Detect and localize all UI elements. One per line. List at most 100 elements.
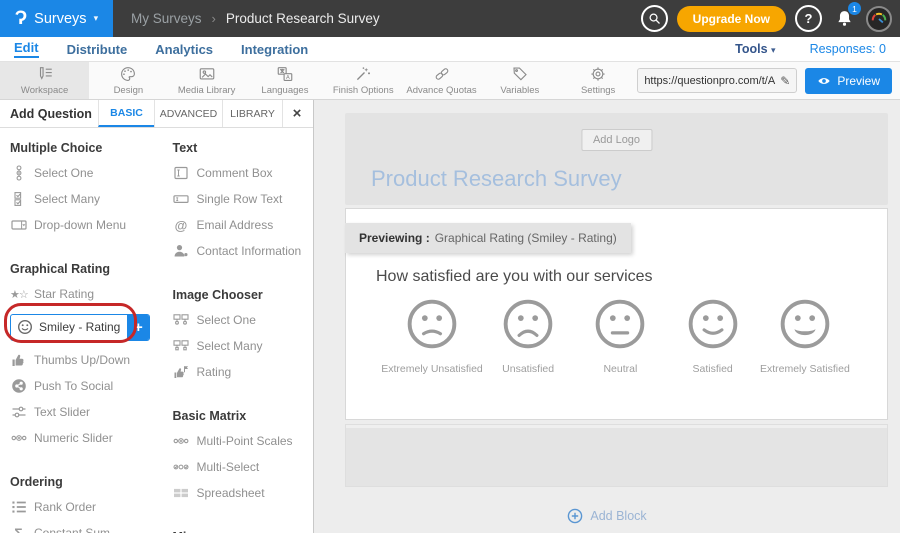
- at-sign-icon: @: [173, 218, 190, 233]
- qtype-push-to-social[interactable]: Push To Social: [10, 373, 155, 399]
- survey-url-field[interactable]: ✎: [637, 68, 797, 93]
- questionpro-logo-icon: Ɂ: [15, 8, 27, 30]
- smiley-option-unsatisfied[interactable]: Unsatisfied: [482, 297, 574, 375]
- add-block-button[interactable]: Add Block: [314, 508, 900, 524]
- qtype-contact-information[interactable]: Contact Information: [173, 238, 314, 264]
- person-icon: [173, 243, 190, 259]
- checkbox-stack-icon: [10, 191, 27, 207]
- sigma-icon: Σ: [10, 525, 27, 533]
- toolbar-design[interactable]: Design: [89, 62, 167, 99]
- multi-point-icon: [10, 430, 27, 446]
- smile-face-icon: [686, 297, 740, 351]
- panel-title: Add Question: [0, 100, 98, 127]
- single-row-icon: [173, 191, 190, 207]
- ordered-list-icon: [10, 499, 27, 515]
- qtype-single-row-text[interactable]: Single Row Text: [173, 186, 314, 212]
- question-preview-card: Previewing : Graphical Rating (Smiley - …: [345, 208, 888, 420]
- toolbar-advance-quotas[interactable]: Advance Quotas: [402, 62, 480, 99]
- smiley-icon: [16, 319, 33, 335]
- toolbar-finish-options[interactable]: Finish Options: [324, 62, 402, 99]
- help-button[interactable]: ?: [795, 5, 822, 32]
- palette-icon: [119, 65, 137, 83]
- eye-icon: [817, 74, 831, 88]
- section-multiple-choice: Multiple Choice: [10, 141, 155, 155]
- toolbar-workspace[interactable]: Workspace: [0, 62, 89, 99]
- qtype-multi-select[interactable]: Multi-Select: [173, 454, 314, 480]
- account-avatar[interactable]: [866, 6, 892, 32]
- survey-title[interactable]: Product Research Survey: [371, 166, 622, 192]
- close-panel-button[interactable]: ×: [282, 100, 311, 127]
- toolbar-settings[interactable]: Settings: [559, 62, 637, 99]
- nav-tab-distribute[interactable]: Distribute: [67, 42, 128, 57]
- qtype-image-select-many[interactable]: Select Many: [173, 333, 314, 359]
- toolbar-languages[interactable]: Languages: [246, 62, 324, 99]
- product-menu-label: Surveys: [34, 11, 86, 27]
- notification-badge: 1: [848, 2, 861, 15]
- gear-icon: [589, 65, 607, 83]
- smiley-option-neutral[interactable]: Neutral: [574, 297, 666, 375]
- toolbar-variables[interactable]: Variables: [481, 62, 559, 99]
- survey-url-input[interactable]: [644, 75, 776, 87]
- slider-icon: [10, 404, 27, 420]
- magic-wand-icon: [354, 65, 372, 83]
- toolbar-media-library[interactable]: Media Library: [168, 62, 246, 99]
- survey-nav-bar: Edit Distribute Analytics Integration To…: [0, 37, 900, 62]
- smiley-option-extremely-unsatisfied[interactable]: Extremely Unsatisfied: [382, 297, 482, 375]
- qtype-text-slider[interactable]: Text Slider: [10, 399, 155, 425]
- section-basic-matrix: Basic Matrix: [173, 409, 314, 423]
- qtype-image-rating[interactable]: Rating: [173, 359, 314, 385]
- big-smile-face-icon: [778, 297, 832, 351]
- empty-section-block: [345, 424, 888, 487]
- question-mark-icon: ?: [805, 11, 813, 26]
- smiley-option-extremely-satisfied[interactable]: Extremely Satisfied: [759, 297, 851, 375]
- multi-point-icon: [173, 433, 190, 449]
- search-button[interactable]: [641, 5, 668, 32]
- nav-tab-analytics[interactable]: Analytics: [155, 42, 213, 57]
- qtype-multi-point-scales[interactable]: Multi-Point Scales: [173, 428, 314, 454]
- question-text[interactable]: How satisfied are you with our services: [376, 268, 653, 286]
- qtype-select-many[interactable]: Select Many: [10, 186, 155, 212]
- frown-face-icon: [501, 297, 555, 351]
- chevron-down-icon: ▾: [94, 13, 99, 24]
- qtype-smiley-rating[interactable]: Smiley - Rating +: [10, 314, 150, 341]
- upgrade-now-button[interactable]: Upgrade Now: [677, 6, 786, 32]
- survey-header-card: Add Logo Product Research Survey: [345, 113, 888, 205]
- radio-stack-icon: [10, 165, 27, 181]
- tab-library[interactable]: LIBRARY: [222, 100, 282, 127]
- add-question-plus-button[interactable]: +: [127, 315, 149, 340]
- section-image-chooser: Image Chooser: [173, 288, 314, 302]
- qtype-comment-box[interactable]: Comment Box: [173, 160, 314, 186]
- qtype-numeric-slider[interactable]: Numeric Slider: [10, 425, 155, 451]
- image-checkbox-icon: [173, 338, 190, 354]
- tools-menu[interactable]: Tools ▾: [735, 42, 775, 56]
- edit-pencil-icon[interactable]: ✎: [780, 74, 790, 88]
- workspace-icon: [36, 65, 54, 83]
- survey-canvas: Add Logo Product Research Survey Preview…: [314, 100, 900, 533]
- qtype-rank-order[interactable]: Rank Order: [10, 494, 155, 520]
- previewing-value: Graphical Rating (Smiley - Rating): [435, 231, 617, 245]
- qtype-thumbs-up-down[interactable]: Thumbs Up/Down: [10, 347, 155, 373]
- slight-frown-face-icon: [405, 297, 459, 351]
- smiley-option-satisfied[interactable]: Satisfied: [667, 297, 759, 375]
- notifications-button[interactable]: 1: [831, 5, 857, 32]
- search-icon: [647, 11, 662, 26]
- preview-button[interactable]: Preview: [805, 68, 892, 94]
- product-menu[interactable]: Ɂ Surveys ▾: [0, 0, 113, 37]
- nav-tab-integration[interactable]: Integration: [241, 42, 308, 57]
- qtype-select-one[interactable]: Select One: [10, 160, 155, 186]
- qtype-spreadsheet[interactable]: Spreadsheet: [173, 480, 314, 506]
- section-graphical-rating: Graphical Rating: [10, 262, 155, 276]
- add-logo-button[interactable]: Add Logo: [581, 129, 652, 151]
- qtype-dropdown-menu[interactable]: Drop-down Menu: [10, 212, 155, 238]
- nav-tab-edit[interactable]: Edit: [14, 40, 39, 58]
- breadcrumb-parent[interactable]: My Surveys: [131, 11, 202, 26]
- qtype-star-rating[interactable]: ★☆ Star Rating: [10, 281, 155, 307]
- responses-count[interactable]: Responses: 0: [810, 42, 886, 56]
- tab-basic[interactable]: BASIC: [98, 100, 154, 127]
- qtype-constant-sum[interactable]: Σ Constant Sum: [10, 520, 155, 533]
- qtype-image-select-one[interactable]: Select One: [173, 307, 314, 333]
- qtype-email-address[interactable]: @ Email Address: [173, 212, 314, 238]
- add-question-panel: Add Question BASIC ADVANCED LIBRARY × Mu…: [0, 100, 314, 533]
- tab-advanced[interactable]: ADVANCED: [154, 100, 222, 127]
- section-text: Text: [173, 141, 314, 155]
